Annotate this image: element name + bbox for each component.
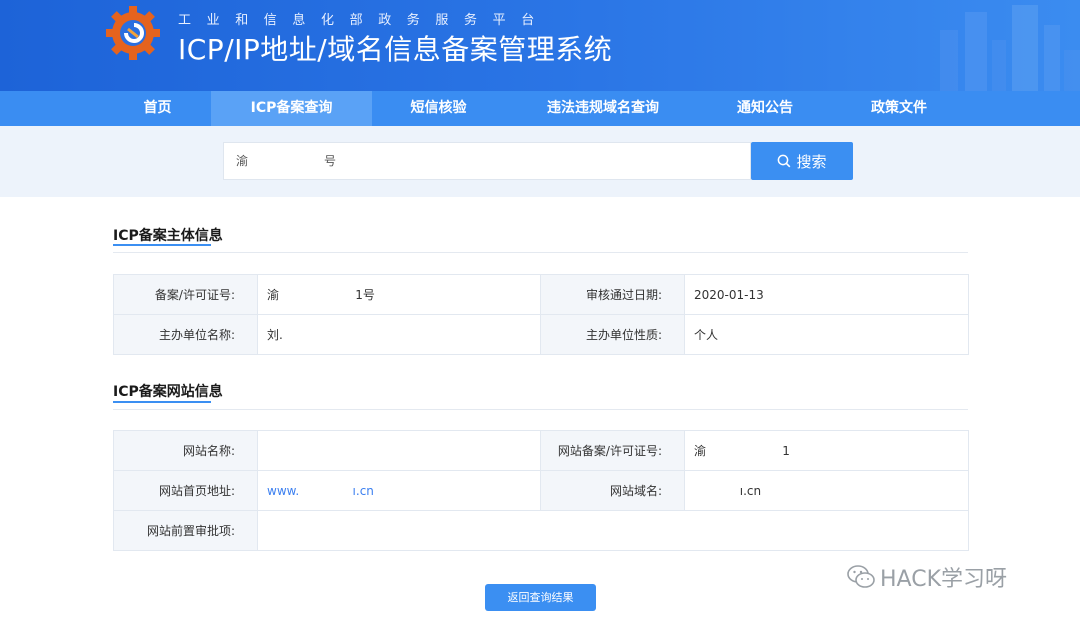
section-divider — [113, 409, 968, 410]
label-homepage-url: 网站首页地址: — [113, 470, 258, 511]
label-organizer-type: 主办单位性质: — [540, 314, 685, 355]
subject-info-table: 备案/许可证号: 渝 1号 审核通过日期: 2020-01-13 主办单位名称:… — [113, 274, 969, 355]
label-license-no: 备案/许可证号: — [113, 274, 258, 315]
value-license-no: 渝 1号 — [257, 274, 541, 315]
platform-subtitle: 工业和信息化部政务服务平台 — [178, 13, 550, 28]
watermark: HACK学习呀 — [846, 561, 1007, 593]
page-title: ICP/IP地址/域名信息备案管理系统 — [178, 33, 613, 66]
value-site-license-no: 渝 1 — [684, 430, 969, 471]
search-icon — [778, 154, 791, 168]
nav-item-icp-query[interactable]: ICP备案查询 — [211, 91, 372, 126]
value-approval-date: 2020-01-13 — [684, 274, 969, 315]
nav-item-illegal-domain[interactable]: 违法违规域名查询 — [505, 91, 701, 126]
section-underline — [113, 401, 211, 403]
search-value-prefix: 渝 — [236, 154, 249, 168]
value-organizer-type: 个人 — [684, 314, 969, 355]
website-info-table: 网站名称: 网站备案/许可证号: 渝 1 网站首页地址: www. ı.cn 网… — [113, 430, 969, 551]
table-row: 备案/许可证号: 渝 1号 审核通过日期: 2020-01-13 — [113, 274, 969, 315]
section-underline — [113, 244, 211, 246]
search-button[interactable]: 搜索 — [751, 142, 853, 180]
value-pre-approval — [257, 510, 969, 551]
nav-item-home[interactable]: 首页 — [104, 91, 211, 126]
nav-item-notices[interactable]: 通知公告 — [701, 91, 829, 126]
value-site-domain: ı.cn — [684, 470, 969, 511]
search-area: 渝号 搜索 — [0, 126, 1080, 197]
label-pre-approval: 网站前置审批项: — [113, 510, 258, 551]
homepage-url-link[interactable]: www. ı.cn — [257, 470, 541, 511]
label-approval-date: 审核通过日期: — [540, 274, 685, 315]
header-banner: 工业和信息化部政务服务平台 ICP/IP地址/域名信息备案管理系统 — [0, 0, 1080, 91]
city-skyline-decoration — [940, 5, 1080, 91]
table-row: 网站名称: 网站备案/许可证号: 渝 1 — [113, 430, 969, 471]
label-organizer-name: 主办单位名称: — [113, 314, 258, 355]
label-site-domain: 网站域名: — [540, 470, 685, 511]
section-divider — [113, 252, 968, 253]
value-site-name — [257, 430, 541, 471]
search-input[interactable]: 渝号 — [223, 142, 751, 180]
wechat-icon — [847, 565, 875, 588]
value-organizer-name: 刘. — [257, 314, 541, 355]
section-title-subject: ICP备案主体信息 — [113, 228, 223, 244]
label-site-license-no: 网站备案/许可证号: — [540, 430, 685, 471]
nav-item-sms-verify[interactable]: 短信核验 — [372, 91, 505, 126]
gear-logo-icon — [106, 6, 160, 60]
back-to-results-button[interactable]: 返回查询结果 — [485, 584, 596, 611]
search-value-suffix: 号 — [324, 154, 337, 168]
label-site-name: 网站名称: — [113, 430, 258, 471]
nav-item-policy[interactable]: 政策文件 — [829, 91, 969, 126]
table-row: 网站首页地址: www. ı.cn 网站域名: ı.cn — [113, 470, 969, 511]
table-row: 网站前置审批项: — [113, 510, 969, 551]
search-button-label: 搜索 — [796, 152, 827, 171]
watermark-text: HACK学习呀 — [880, 567, 1007, 592]
table-row: 主办单位名称: 刘. 主办单位性质: 个人 — [113, 314, 969, 355]
main-nav: 首页 ICP备案查询 短信核验 违法违规域名查询 通知公告 政策文件 — [0, 91, 1080, 126]
section-title-website: ICP备案网站信息 — [113, 384, 223, 400]
